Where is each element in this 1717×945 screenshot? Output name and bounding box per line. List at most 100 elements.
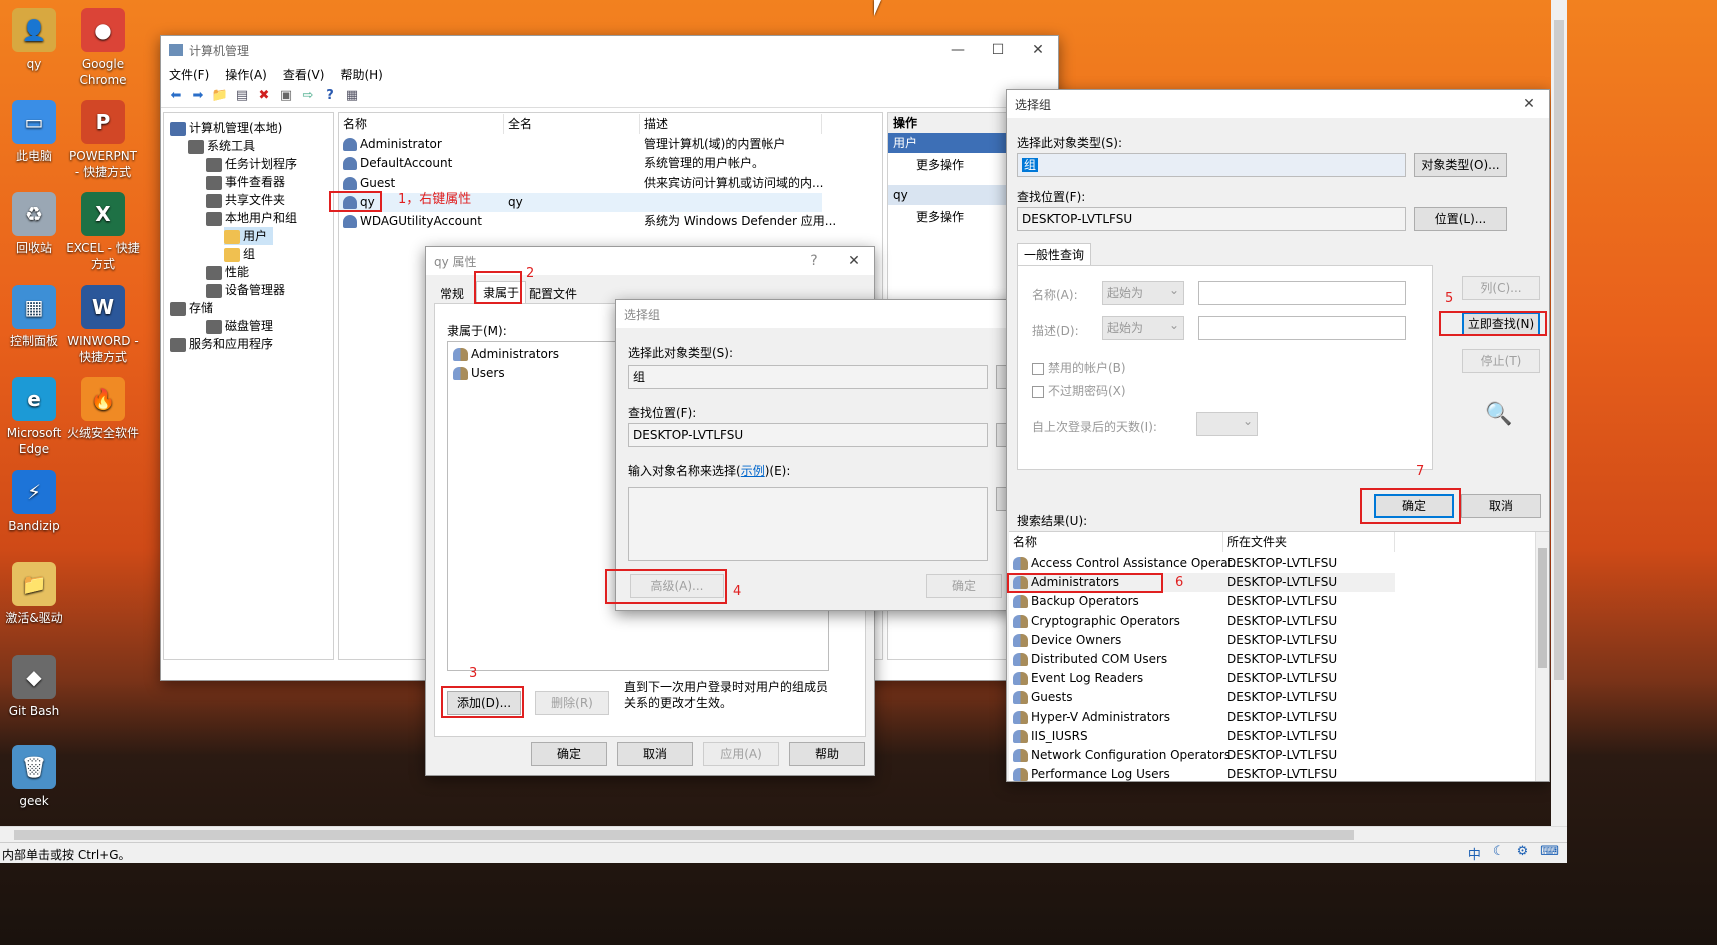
result-row[interactable]: Guests DESKTOP-LVTLFSU <box>1009 688 1395 707</box>
col-description[interactable]: 描述 <box>640 114 822 134</box>
desktop-icon-6[interactable]: ▦ 控制面板 <box>0 285 72 349</box>
days-combo[interactable] <box>1196 410 1258 436</box>
tree-item-10[interactable]: 存储 <box>170 299 213 317</box>
select-group-cancel-button[interactable]: 取消 <box>1461 494 1541 518</box>
close-button[interactable]: ✕ <box>1018 42 1058 58</box>
delete-icon[interactable]: ✖ <box>255 87 273 105</box>
example-link[interactable]: 示例 <box>741 464 765 478</box>
tree-item-5[interactable]: 本地用户和组 <box>206 209 297 227</box>
result-row[interactable]: Device Owners DESKTOP-LVTLFSU <box>1009 631 1395 650</box>
desktop-scrollbar[interactable] <box>1551 0 1567 830</box>
user-row[interactable]: WDAGUtilityAccount 系统为 Windows Defender 应… <box>339 212 836 231</box>
select-group-title: 选择组 <box>1015 97 1052 112</box>
properties-icon[interactable]: ▣ <box>277 87 295 105</box>
minimize-button[interactable]: — <box>938 42 978 58</box>
menu-help[interactable]: 帮助(H) <box>332 66 390 83</box>
description-query-input[interactable] <box>1198 316 1406 340</box>
menu-view[interactable]: 查看(V) <box>275 66 333 83</box>
desktop-icon-7[interactable]: W WINWORD - 快捷方式 <box>65 285 141 365</box>
col-fullname[interactable]: 全名 <box>504 114 640 134</box>
properties-ok-button[interactable]: 确定 <box>531 742 607 766</box>
results-scrollbar[interactable] <box>1535 532 1549 781</box>
desktop-icon-8[interactable]: e Microsoft Edge <box>0 377 72 457</box>
desktop-icon-5[interactable]: X EXCEL - 快捷方式 <box>65 192 141 272</box>
columns-button[interactable]: 列(C)... <box>1462 276 1540 300</box>
tree-item-9[interactable]: 设备管理器 <box>206 281 285 299</box>
desktop-icon-13[interactable]: 🗑 geek <box>0 745 72 809</box>
help-icon[interactable]: ? <box>321 87 339 105</box>
result-row[interactable]: Performance Log Users DESKTOP-LVTLFSU <box>1009 765 1395 781</box>
show-tree-icon[interactable]: ▤ <box>233 87 251 105</box>
desktop-icon-0[interactable]: 👤 qy <box>0 8 72 72</box>
forward-icon[interactable]: ➡ <box>189 87 207 105</box>
tree-item-8[interactable]: 性能 <box>206 263 249 281</box>
desktop-icon-10[interactable]: ⚡ Bandizip <box>0 470 72 534</box>
small-names-textarea[interactable] <box>628 487 988 561</box>
desktop-icon-11[interactable]: 📁 激活&驱动 <box>0 562 72 626</box>
menu-file[interactable]: 文件(F) <box>161 66 217 83</box>
desktop-icon-1[interactable]: ● Google Chrome <box>65 8 141 88</box>
properties-close-button[interactable]: ✕ <box>834 253 874 269</box>
tab-general[interactable]: 常规 <box>434 283 470 305</box>
remove-button[interactable]: 删除(R) <box>535 691 609 715</box>
result-row[interactable]: Access Control Assistance Operat... DESKT… <box>1009 554 1395 573</box>
desktop-icon-2[interactable]: ▭ 此电脑 <box>0 100 72 164</box>
small-dialog-title-bar: 选择组 <box>616 300 1014 328</box>
user-row[interactable]: DefaultAccount 系统管理的用户帐户。 <box>339 154 822 173</box>
tab-common-queries[interactable]: 一般性查询 <box>1017 243 1092 265</box>
desktop-icon-4[interactable]: ♻ 回收站 <box>0 192 72 256</box>
tree-item-4[interactable]: 共享文件夹 <box>206 191 285 209</box>
tree-item-11[interactable]: 磁盘管理 <box>206 317 273 335</box>
desktop-icon-3[interactable]: P POWERPNT - 快捷方式 <box>65 100 141 180</box>
result-col-name[interactable]: 名称 <box>1009 532 1223 552</box>
select-group-close-button[interactable]: ✕ <box>1509 96 1549 112</box>
desktop-icon-9[interactable]: 🔥 火绒安全软件 <box>65 377 141 441</box>
name-query-input[interactable] <box>1198 281 1406 305</box>
tray-settings-icon[interactable]: ⚙ <box>1517 844 1529 863</box>
maximize-button[interactable]: ☐ <box>978 42 1018 58</box>
result-row[interactable]: Distributed COM Users DESKTOP-LVTLFSU <box>1009 650 1395 669</box>
tree-item-1[interactable]: 系统工具 <box>188 137 255 155</box>
properties-help-button[interactable]: 帮助 <box>789 742 865 766</box>
description-condition-combo[interactable]: 起始为 <box>1102 314 1184 340</box>
disabled-accounts-checkbox[interactable]: 禁用的帐户(B) <box>1032 359 1126 376</box>
desktop-icon-label: Google Chrome <box>79 57 127 87</box>
tray-moon-icon[interactable]: ☾ <box>1493 844 1505 863</box>
up-folder-icon[interactable]: 📁 <box>211 87 229 105</box>
user-row[interactable]: Administrator 管理计算机(域)的内置帐户 <box>339 135 822 154</box>
apply-button[interactable]: 应用(A) <box>703 742 779 766</box>
result-row[interactable]: Backup Operators DESKTOP-LVTLFSU <box>1009 592 1395 611</box>
export-icon[interactable]: ⇨ <box>299 87 317 105</box>
result-row[interactable]: Hyper-V Administrators DESKTOP-LVTLFSU <box>1009 708 1395 727</box>
result-row[interactable]: Cryptographic Operators DESKTOP-LVTLFSU <box>1009 612 1395 631</box>
horizontal-scrollbar[interactable] <box>0 826 1567 842</box>
object-types-button[interactable]: 对象类型(O)... <box>1414 153 1507 177</box>
small-ok-button[interactable]: 确定 <box>926 574 1002 598</box>
back-icon[interactable]: ⬅ <box>167 87 185 105</box>
view-icon[interactable]: ▦ <box>343 87 361 105</box>
tree-item-12[interactable]: 服务和应用程序 <box>170 335 273 353</box>
result-row[interactable]: Network Configuration Operators DESKTOP-L… <box>1009 746 1395 765</box>
tree-item-7[interactable]: 组 <box>224 245 255 263</box>
locations-button[interactable]: 位置(L)... <box>1414 207 1507 231</box>
help-question-button[interactable]: ? <box>794 253 834 269</box>
tree-item-3[interactable]: 事件查看器 <box>206 173 285 191</box>
tray-keyboard-icon[interactable]: ⌨ <box>1540 844 1559 863</box>
tree-item-6[interactable]: 用户 <box>224 227 274 245</box>
name-condition-combo[interactable]: 起始为 <box>1102 279 1184 305</box>
desktop-icon-12[interactable]: ◆ Git Bash <box>0 655 72 719</box>
result-row[interactable]: Event Log Readers DESKTOP-LVTLFSU <box>1009 669 1395 688</box>
tab-profile[interactable]: 配置文件 <box>523 283 583 305</box>
member-users[interactable]: Users <box>453 364 505 383</box>
non-expiring-checkbox[interactable]: 不过期密码(X) <box>1032 382 1126 399</box>
tree-item-2[interactable]: 任务计划程序 <box>206 155 297 173</box>
menu-action[interactable]: 操作(A) <box>217 66 275 83</box>
member-administrators[interactable]: Administrators <box>453 345 559 364</box>
stop-button[interactable]: 停止(T) <box>1462 349 1540 373</box>
col-name[interactable]: 名称 <box>339 114 504 134</box>
tree-item-0[interactable]: 计算机管理(本地) <box>170 119 282 137</box>
tray-ime-icon[interactable]: 中 <box>1468 844 1481 863</box>
result-col-folder[interactable]: 所在文件夹 <box>1223 532 1395 552</box>
properties-cancel-button[interactable]: 取消 <box>617 742 693 766</box>
result-row[interactable]: IIS_IUSRS DESKTOP-LVTLFSU <box>1009 727 1395 746</box>
